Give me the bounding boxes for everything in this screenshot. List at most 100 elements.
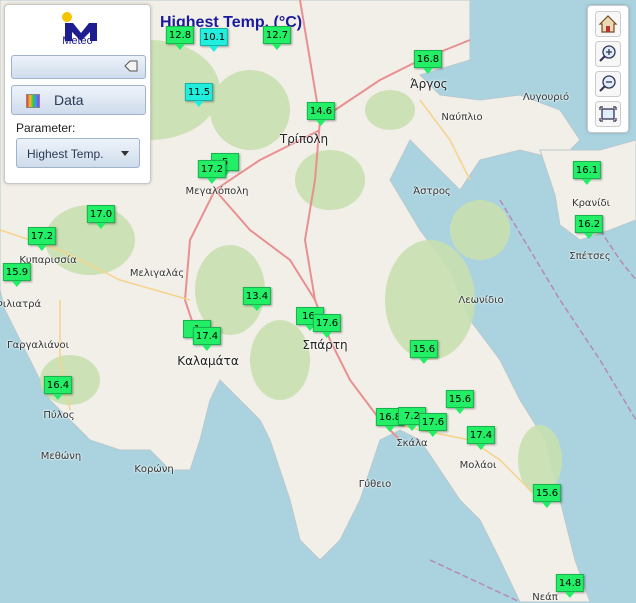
station-value: 12.7: [262, 26, 292, 44]
place-label: Κορώνη: [134, 464, 174, 475]
station-marker[interactable]: 12.8: [165, 26, 195, 50]
logo-text: Meteo: [62, 35, 93, 47]
map-toolbar: [587, 5, 629, 133]
parameter-label: Parameter:: [16, 121, 76, 135]
station-marker[interactable]: 17.6: [418, 413, 448, 437]
marker-pointer: [315, 120, 326, 126]
palette-icon: [26, 94, 40, 108]
station-value: 13.4: [242, 287, 272, 305]
parameter-select-value: Highest Temp.: [27, 147, 104, 161]
slider-handle-icon[interactable]: [123, 59, 139, 74]
station-value: 17.4: [192, 327, 222, 345]
station-value: 16.8: [413, 50, 443, 68]
station-value: 15.6: [532, 484, 562, 502]
station-value: 16.4: [43, 376, 73, 394]
marker-pointer: [52, 394, 63, 400]
marker-pointer: [384, 426, 395, 432]
chevron-down-icon: [121, 151, 129, 156]
marker-pointer: [201, 345, 212, 351]
marker-pointer: [581, 179, 592, 185]
station-marker[interactable]: 15.6: [409, 340, 439, 364]
place-label: Γαργαλιάνοι: [6, 340, 70, 351]
station-value: 16.2: [574, 215, 604, 233]
data-button-label: Data: [54, 92, 84, 108]
station-value: 10.1: [199, 28, 229, 46]
marker-pointer: [206, 178, 217, 184]
place-label: Πύλος: [43, 410, 75, 421]
marker-pointer: [541, 502, 552, 508]
station-value: 17.2: [27, 227, 57, 245]
marker-pointer: [454, 408, 465, 414]
place-label: Μελιγαλάς: [129, 268, 185, 279]
marker-pointer: [321, 332, 332, 338]
place-label: Λεωνίδιο: [458, 295, 504, 306]
marker-pointer: [583, 233, 594, 239]
place-label: Κρανίδι: [572, 198, 610, 209]
place-label: Καλαμάτα: [177, 354, 239, 368]
station-value: 17.6: [418, 413, 448, 431]
control-panel: Meteo Data Parameter: Highest Temp.: [4, 4, 151, 184]
place-label: Άργος: [410, 77, 448, 91]
marker-pointer: [427, 431, 438, 437]
station-marker[interactable]: 17.4: [466, 426, 496, 450]
place-label: Μεθώνη: [40, 451, 82, 462]
marker-pointer: [422, 68, 433, 74]
marker-pointer: [564, 592, 575, 598]
station-marker[interactable]: 17.6: [312, 314, 342, 338]
station-marker[interactable]: 16.4: [43, 376, 73, 400]
station-value: 16.1: [572, 161, 602, 179]
station-value: 14.6: [306, 102, 336, 120]
station-marker[interactable]: 14.6: [306, 102, 336, 126]
place-label: Λυγουριό: [522, 92, 570, 103]
opacity-slider[interactable]: [11, 55, 146, 79]
place-label: Άστρος: [413, 186, 451, 197]
marker-pointer: [95, 223, 106, 229]
extent-icon[interactable]: [595, 101, 621, 127]
station-marker[interactable]: 17.4: [192, 327, 222, 351]
marker-pointer: [174, 44, 185, 50]
station-marker[interactable]: 14.8: [555, 574, 585, 598]
station-marker[interactable]: 13.4: [242, 287, 272, 311]
station-marker[interactable]: 17.0: [86, 205, 116, 229]
station-marker[interactable]: 12.7: [262, 26, 292, 50]
place-label: Νεάπ: [532, 592, 558, 603]
place-label: Μολάοι: [459, 460, 497, 471]
place-label: Γύθειο: [358, 479, 392, 490]
marker-pointer: [193, 101, 204, 107]
marker-pointer: [271, 44, 282, 50]
place-label: Φιλιατρά: [0, 299, 42, 310]
station-value: 12.8: [165, 26, 195, 44]
station-marker[interactable]: 15.9: [2, 263, 32, 287]
place-label: Ναύπλιο: [441, 112, 483, 123]
station-marker[interactable]: 16.8: [413, 50, 443, 74]
place-label: Μεγαλόπολη: [185, 186, 249, 197]
station-value: 11.5: [184, 83, 214, 101]
place-label: Σπέτσες: [569, 251, 611, 262]
data-button[interactable]: Data: [11, 85, 146, 115]
station-marker[interactable]: 17.2: [197, 160, 227, 184]
station-value: 17.2: [197, 160, 227, 178]
station-value: 15.6: [409, 340, 439, 358]
parameter-select[interactable]: Highest Temp.: [16, 138, 140, 168]
station-value: 17.0: [86, 205, 116, 223]
zoom-in-icon[interactable]: [595, 41, 621, 67]
zoom-out-icon[interactable]: [595, 71, 621, 97]
place-label: Τρίπολη: [279, 132, 329, 146]
station-marker[interactable]: 16.2: [574, 215, 604, 239]
marker-pointer: [208, 46, 219, 52]
station-marker[interactable]: 15.6: [532, 484, 562, 508]
marker-pointer: [475, 444, 486, 450]
station-marker[interactable]: 10.1: [199, 28, 229, 52]
station-marker[interactable]: 15.6: [445, 390, 475, 414]
home-icon[interactable]: [595, 11, 621, 37]
station-value: 17.4: [466, 426, 496, 444]
marker-pointer: [407, 425, 417, 431]
station-marker[interactable]: 16.1: [572, 161, 602, 185]
station-marker[interactable]: 11.5: [184, 83, 214, 107]
marker-pointer: [251, 305, 262, 311]
station-marker[interactable]: 17.2: [27, 227, 57, 251]
marker-pointer: [36, 245, 47, 251]
place-label: Σπάρτη: [302, 338, 348, 352]
marker-pointer: [11, 281, 22, 287]
station-value: 15.9: [2, 263, 32, 281]
